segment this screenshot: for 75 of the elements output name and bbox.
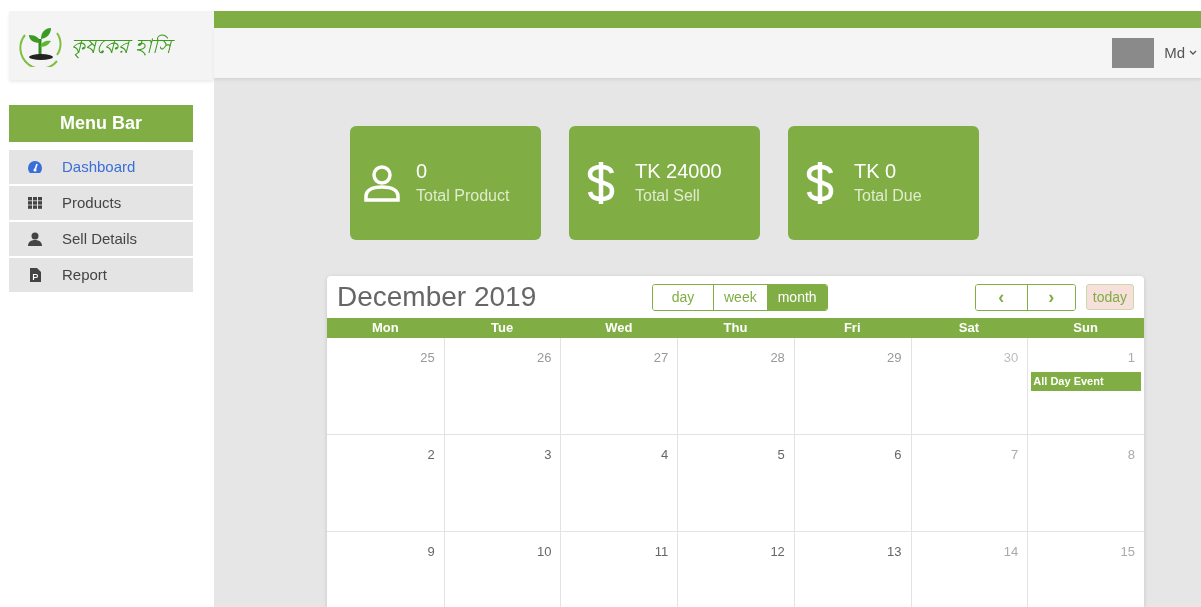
day-cell[interactable]: 28: [677, 337, 794, 434]
calendar-title: December 2019: [337, 280, 538, 314]
weekday-header: Sat: [957, 319, 981, 337]
day-number: 7: [1011, 445, 1020, 464]
stat-label: Total Product: [416, 186, 510, 206]
day-cell[interactable]: 29: [793, 337, 911, 434]
sidebar-item[interactable]: Products: [9, 186, 193, 220]
day-number: 5: [777, 445, 786, 464]
day-cell[interactable]: 8: [1027, 434, 1144, 531]
file-icon: [29, 268, 41, 282]
day-cell[interactable]: 14: [910, 531, 1028, 607]
weekday-header: Tue: [490, 319, 515, 337]
calendar-event[interactable]: All Day Event: [1031, 372, 1141, 391]
day-cell[interactable]: 2: [327, 434, 444, 531]
day-cell[interactable]: 11: [560, 531, 678, 607]
day-number: 11: [654, 542, 670, 561]
day-number: 15: [1120, 542, 1136, 561]
today-button[interactable]: today: [1085, 284, 1134, 310]
day-cell[interactable]: 7: [910, 434, 1028, 531]
stat-value: TK 0: [854, 159, 898, 184]
view-tab[interactable]: month: [766, 284, 827, 310]
stat-label: Total Due: [854, 186, 922, 206]
user-icon: [28, 232, 42, 246]
day-number: 9: [427, 542, 436, 561]
day-cell[interactable]: 12: [677, 531, 794, 607]
day-cell[interactable]: 26: [443, 337, 561, 434]
day-number: 29: [887, 348, 903, 367]
avatar-photo-placeholder: [1112, 38, 1155, 68]
weekday-header: Wed: [604, 319, 634, 337]
day-cell[interactable]: 4: [560, 434, 678, 531]
day-cell[interactable]: 25: [327, 337, 444, 434]
menu-bar-title: Menu Bar: [9, 105, 193, 142]
stat-value: TK 24000: [635, 159, 722, 184]
day-cell[interactable]: 13: [793, 531, 911, 607]
day-number: 3: [544, 445, 553, 464]
dollar-icon: [587, 160, 615, 206]
day-number: 10: [536, 542, 553, 561]
day-number: 12: [770, 542, 786, 561]
dollar-icon: [806, 160, 834, 206]
day-number: 30: [1003, 348, 1020, 367]
day-cell[interactable]: 15: [1027, 531, 1144, 607]
day-number: 1: [1127, 348, 1136, 367]
stat-value: 0: [416, 159, 429, 184]
day-number: 27: [653, 348, 670, 367]
day-cell[interactable]: 27: [560, 337, 678, 434]
day-cell[interactable]: 5: [677, 434, 794, 531]
day-number: 25: [420, 348, 436, 367]
user-icon: [362, 163, 402, 203]
day-number: 6: [894, 445, 903, 464]
weekday-header: Sun: [1072, 319, 1099, 337]
weekday-header: Thu: [722, 319, 749, 337]
day-cell[interactable]: 3: [443, 434, 561, 531]
chevron-down-icon: [1189, 50, 1197, 56]
day-number: 4: [660, 445, 670, 464]
next-button[interactable]: ›: [1026, 284, 1075, 310]
day-cell[interactable]: 30: [910, 337, 1028, 434]
stat-label: Total Sell: [635, 186, 701, 206]
day-cell[interactable]: 9: [327, 531, 444, 607]
day-cell[interactable]: 1 All Day Event: [1027, 337, 1144, 434]
day-number: 28: [770, 348, 786, 367]
day-number: 26: [536, 348, 553, 367]
sidebar-item[interactable]: Dashboard: [9, 150, 193, 184]
day-cell[interactable]: 10: [443, 531, 561, 607]
sidebar-item[interactable]: Sell Details: [9, 222, 193, 256]
weekday-header: Fri: [842, 319, 862, 337]
grid-icon: [28, 197, 42, 209]
day-number: 14: [1003, 542, 1020, 561]
day-cell[interactable]: 6: [793, 434, 911, 531]
user-menu-button[interactable]: Md: [1164, 41, 1197, 65]
day-number: 8: [1127, 445, 1136, 464]
day-number: 2: [427, 445, 436, 464]
sidebar-item[interactable]: Report: [9, 258, 193, 292]
weekday-header: Mon: [371, 319, 400, 337]
gauge-icon: [27, 160, 43, 174]
day-number: 13: [887, 542, 903, 561]
